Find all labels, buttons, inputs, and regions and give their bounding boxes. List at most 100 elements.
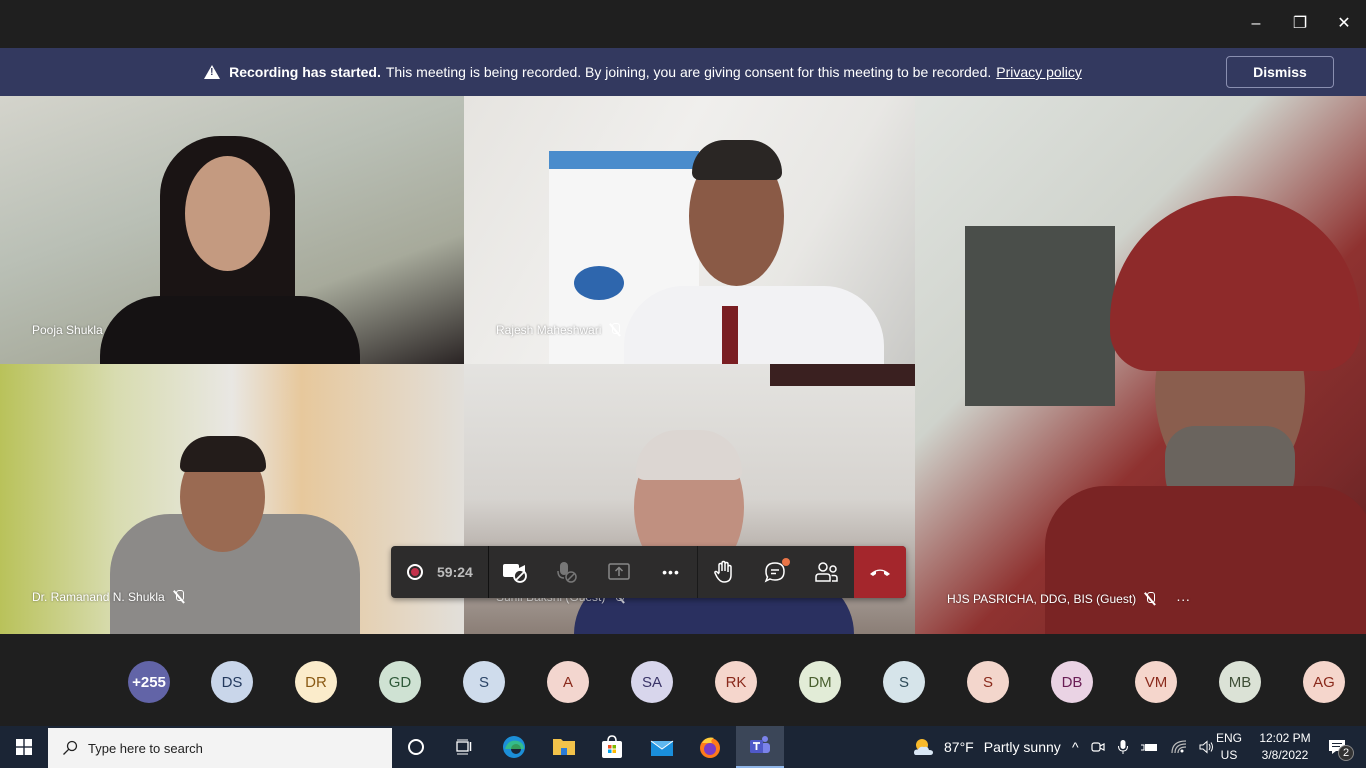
privacy-policy-link[interactable]: Privacy policy [996,64,1082,80]
mic-toggle-button[interactable] [541,546,593,598]
folder-icon [553,739,575,755]
iaf-logo [574,266,624,300]
participant-name-label: Pooja Shukla [32,323,103,337]
avatar-initials: AG [1313,673,1335,691]
participant-avatar[interactable]: DM [799,661,841,703]
edge-button[interactable] [490,726,538,768]
more-actions-button[interactable]: ••• [645,546,697,598]
mic-off-icon [1144,592,1156,606]
people-icon [815,562,838,582]
video-tile[interactable]: HJS PASRICHA, DDG, BIS (Guest) ··· [915,96,1366,634]
microphone-in-use-icon[interactable] [1117,739,1129,755]
banner-title: Recording has started. [229,64,381,80]
weather-temperature: 87°F [944,739,974,755]
participant-avatar[interactable]: GD [379,661,421,703]
overflow-count-avatar[interactable]: +255 [128,661,170,703]
avatar-initials: VM [1144,673,1168,691]
more-options-button[interactable]: ··· [1176,591,1190,607]
start-button[interactable] [0,726,48,768]
weather-condition: Partly sunny [983,739,1061,755]
participant-avatar[interactable]: DR [295,661,337,703]
camera-in-use-icon[interactable] [1090,740,1105,754]
task-view-icon [456,739,472,755]
participant-avatar[interactable]: DS [211,661,253,703]
close-button[interactable]: ✕ [1329,10,1359,38]
avatar-initials: S [982,673,993,691]
participant-avatar[interactable]: S [967,661,1009,703]
avatar-initials: GD [388,673,412,691]
participant-avatar[interactable]: AG [1303,661,1345,703]
minimize-button[interactable]: – [1241,10,1271,38]
cortana-button[interactable] [392,726,440,768]
system-tray: ^ [1072,726,1215,768]
clock[interactable]: 12:02 PM 3/8/2022 [1254,726,1316,768]
volume-icon[interactable] [1199,740,1215,754]
hang-up-icon [870,569,890,576]
participant-body [1045,486,1366,634]
unread-badge [782,558,790,566]
cortana-icon [408,739,424,755]
task-view-button[interactable] [440,726,488,768]
file-explorer-button[interactable] [540,726,588,768]
avatar-initials: DR [305,673,327,691]
windows-taskbar: Type here to search 87°F Partly sunny ^ … [0,726,1366,768]
participant-avatar[interactable]: MB [1219,661,1261,703]
video-tile[interactable]: Pooja Shukla [0,96,464,364]
participant-avatar[interactable]: RK [715,661,757,703]
participant-tie [722,306,738,364]
avatar-initials: DB [1061,673,1083,691]
participant-body [624,286,884,364]
participant-avatar[interactable]: DB [1051,661,1093,703]
avatar-initials: S [898,673,909,691]
clock-date: 3/8/2022 [1261,748,1309,762]
share-screen-icon [608,563,630,580]
participant-hair [692,140,782,180]
mic-off-icon [173,590,185,604]
record-icon [407,564,423,580]
share-screen-button[interactable] [593,546,645,598]
teams-button[interactable] [736,726,784,768]
mail-button[interactable] [638,726,686,768]
avatar-initials: DM [808,673,832,691]
participants-button[interactable] [801,546,853,598]
video-tile[interactable]: Rajesh Maheshwari [464,96,915,364]
battery-icon[interactable] [1140,741,1159,753]
participant-avatar[interactable]: S [883,661,925,703]
camera-toggle-button[interactable] [489,546,541,598]
avatar-initials: A [562,673,573,691]
windows-logo-icon [16,739,32,755]
wall-frame [770,364,915,386]
participant-name: Pooja Shukla [32,323,103,337]
firefox-button[interactable] [686,726,734,768]
input-language-button[interactable]: ENG US [1216,726,1242,768]
taskbar-search-input[interactable]: Type here to search [48,728,392,768]
participant-avatar[interactable]: VM [1135,661,1177,703]
participant-avatar[interactable]: S [463,661,505,703]
avatar-initials: RK [725,673,747,691]
chat-button[interactable] [749,546,801,598]
participant-name: Rajesh Maheshwari [496,323,602,337]
recording-indicator: 59:24 [391,546,489,598]
clock-time: 12:02 PM [1259,731,1311,745]
camera-off-icon [503,564,527,583]
mic-off-icon [609,323,621,337]
participant-avatar[interactable]: SA [631,661,673,703]
weather-widget[interactable]: 87°F Partly sunny [912,726,1061,768]
avatar-initials: S [478,673,489,691]
avatar-initials: DS [221,673,243,691]
dismiss-button[interactable]: Dismiss [1226,56,1334,88]
leave-call-button[interactable] [854,546,906,598]
notification-center-button[interactable]: 2 [1322,726,1354,768]
participant-avatar[interactable]: A [547,661,589,703]
avatar-initials: SA [641,673,662,691]
banner-message: This meeting is being recorded. By joini… [385,64,992,80]
participant-hair [636,430,742,480]
wifi-icon[interactable] [1170,740,1187,754]
store-icon [602,735,622,758]
participant-name: HJS PASRICHA, DDG, BIS (Guest) [947,592,1137,606]
participant-turban [1110,196,1360,371]
restore-button[interactable]: ❐ [1285,10,1315,38]
store-button[interactable] [588,726,636,768]
raise-hand-button[interactable] [697,546,749,598]
show-hidden-icons-button[interactable]: ^ [1072,739,1079,755]
